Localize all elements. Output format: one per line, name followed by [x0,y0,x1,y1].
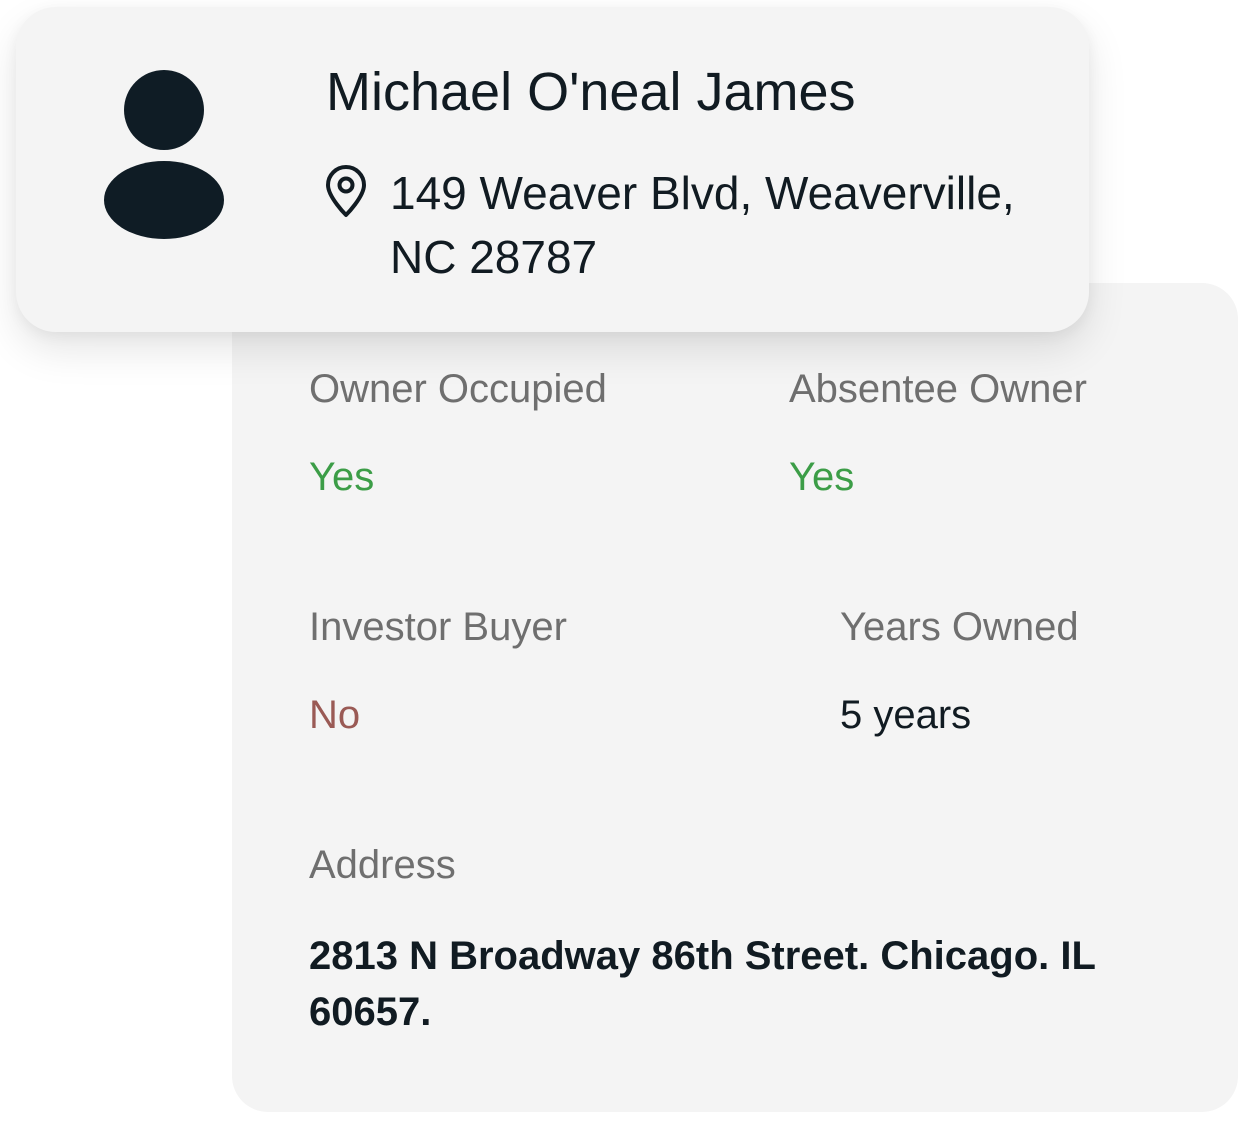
investor-buyer-value: No [309,693,361,737]
absentee-owner-value: Yes [789,455,855,499]
investor-buyer-label: Investor Buyer [309,605,567,649]
address-value: 2813 N Broadway 86th Street. Chicago. IL… [309,934,1096,1034]
years-owned-label: Years Owned [840,605,1079,649]
person-icon [104,70,224,240]
owner-occupied-label: Owner Occupied [309,367,607,411]
owner-name: Michael O'neal James [326,62,856,122]
avatar-head [124,70,204,150]
avatar-body [104,161,224,239]
absentee-owner-label: Absentee Owner [789,367,1087,411]
map-pin-icon [326,165,366,217]
owner-details-card: Owner Occupied Yes Absentee Owner Yes In… [232,283,1238,1112]
owner-address: 149 Weaver Blvd, Weaverville, NC 28787 [390,167,1015,283]
owner-occupied-value: Yes [309,455,375,499]
owner-card: Michael O'neal James 149 Weaver Blvd, We… [16,7,1089,332]
address-label: Address [309,843,456,887]
years-owned-value: 5 years [840,693,972,737]
